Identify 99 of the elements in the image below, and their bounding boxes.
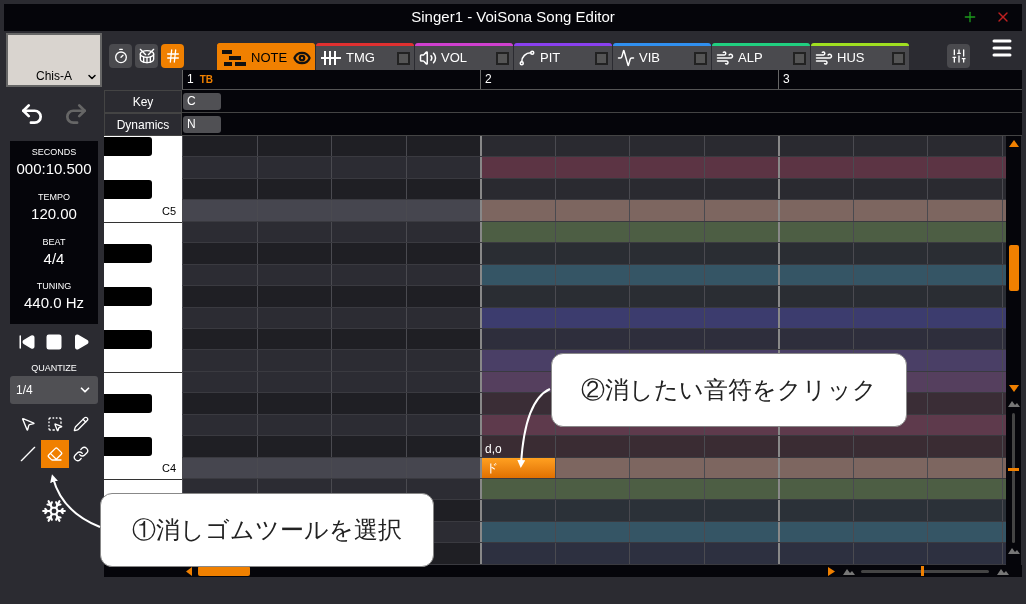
sharp-key[interactable] [104,437,152,457]
curve-icon [518,49,536,67]
readout-value: 440.0 Hz [23,293,84,314]
skip-back-icon[interactable] [18,333,37,351]
zoom-in-icon[interactable] [997,567,1009,575]
redo-icon[interactable] [63,101,89,127]
key-label: C5 [161,203,176,219]
phoneme-label: d,o [484,441,502,459]
sharp-key[interactable] [104,179,152,199]
scroll-thumb[interactable] [198,566,250,576]
piano-key[interactable] [104,286,182,308]
key-label: C4 [161,461,176,477]
scroll-thumb[interactable] [1008,245,1019,291]
tab-checkbox[interactable] [694,51,707,65]
track-tab[interactable]: VIB [613,43,711,70]
selection-icon [46,416,63,432]
track-tab[interactable]: ALP [712,43,810,70]
left-arrow-icon[interactable] [186,566,192,576]
sharp-key[interactable] [104,287,152,307]
zoom-slider-thumb[interactable] [921,566,924,576]
track-tab[interactable]: VOL [415,43,513,70]
readout-value: 000:10.500 [16,159,92,179]
pointer-icon [20,416,36,432]
pencil-icon [73,416,90,432]
speaker-icon [419,49,437,67]
add-icon[interactable] [962,9,978,25]
toggle-button[interactable] [109,44,132,68]
tag-label: TB [199,73,214,87]
track-tab[interactable]: HUS [811,43,909,70]
piano-key[interactable] [104,243,182,265]
bar-number: 2 [485,71,492,88]
down-arrow-icon[interactable] [1008,385,1019,392]
toggle-button[interactable] [161,44,184,68]
readout-value: 120.00 [31,203,77,224]
piano-key[interactable] [104,328,182,351]
piano-key[interactable] [104,371,182,394]
tool-button[interactable] [40,440,69,468]
piano-key[interactable] [104,393,182,415]
piano-key[interactable] [104,436,182,458]
tab-checkbox[interactable] [595,51,608,65]
mixer-button[interactable] [947,44,970,68]
undo-icon[interactable] [19,101,45,127]
track-tab[interactable]: NOTE [217,43,315,70]
track-tab[interactable]: PIT [514,43,612,70]
value-chip[interactable]: N [183,115,221,133]
sharp-key[interactable] [104,244,152,264]
sharp-key[interactable] [104,329,152,349]
zoom-slider-thumb[interactable] [1008,467,1019,471]
bar-number: 3 [783,71,790,88]
vertical-scrollbar[interactable] [1006,136,1021,565]
zoom-out-icon[interactable] [1007,400,1020,407]
tab-checkbox[interactable] [397,51,410,65]
piano-key[interactable] [104,136,182,158]
drum-icon [138,48,155,64]
up-arrow-icon[interactable] [1008,140,1019,147]
value-chip[interactable]: C [183,92,221,110]
quantize-label: QUANTIZE [30,362,78,374]
sliders-icon [950,48,967,64]
callout-tooltip: ①消しゴムツールを選択 [100,493,434,567]
wave-icon [617,49,635,67]
readout-label: TEMPO [38,190,70,204]
timer-icon [112,48,129,64]
piano-key[interactable]: C4 [104,457,182,479]
piano-key[interactable] [104,221,182,244]
zoom-in-icon[interactable] [1007,547,1020,554]
timing-lines-icon [320,49,342,67]
readout-label: SECONDS [31,146,77,159]
window-title: Singer1 - VoiSona Song Editor [411,7,615,28]
readout-label: TUNING [36,280,72,294]
quantize-dropdown[interactable]: 1/4 [10,376,98,404]
callout-tooltip: ②消したい音符をクリック [551,353,907,427]
snowflake-icon[interactable] [41,498,67,524]
singer-name: Chis-A [36,68,72,85]
curved-arrow [50,474,101,528]
readout-value: 4/4 [43,248,65,269]
tab-checkbox[interactable] [793,51,806,65]
row-header: Dynamics [104,113,182,136]
note-bars-icon [221,49,247,67]
line-icon [20,446,36,462]
link-icon [73,446,90,462]
track-tab[interactable]: TMG [316,43,414,70]
bar-number: 1 [187,71,194,88]
eraser-icon [46,446,63,462]
readout-label: BEAT [42,235,66,249]
zoom-out-icon[interactable] [843,567,855,575]
row-header: Key [104,90,182,113]
stop-icon[interactable] [45,333,63,351]
toggle-button[interactable] [135,44,158,68]
photo-placeholder[interactable]: Chis-A [6,33,102,87]
tab-checkbox[interactable] [496,51,509,65]
right-arrow-icon[interactable] [828,566,835,576]
sharp-key[interactable] [104,394,152,414]
piano-key[interactable]: C5 [104,200,182,222]
eye-icon[interactable] [293,49,311,67]
wind-icon [716,49,734,67]
piano-key[interactable] [104,178,182,201]
wind-icon [815,49,833,67]
tab-checkbox[interactable] [892,51,905,65]
hash-icon [164,48,181,64]
